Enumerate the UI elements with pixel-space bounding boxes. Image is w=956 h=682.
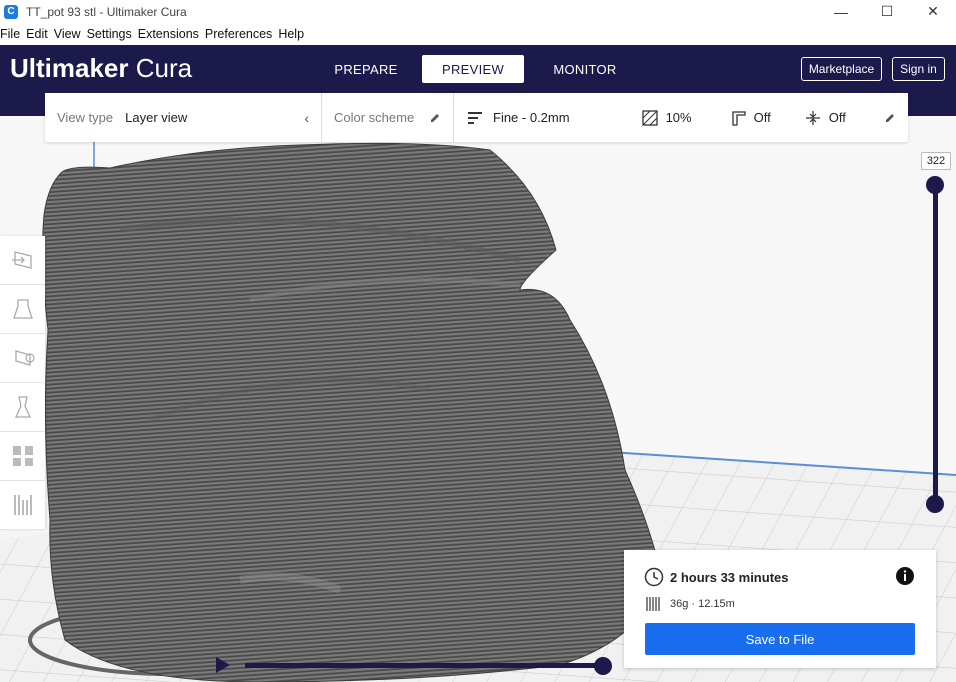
adhesion-icon [805, 110, 820, 125]
play-simulation-button[interactable] [216, 657, 230, 673]
simulation-slider-track[interactable] [245, 663, 603, 668]
pencil-icon [431, 113, 439, 122]
marketplace-button[interactable]: Marketplace [801, 57, 882, 81]
layer-slider-top-handle[interactable] [926, 176, 944, 194]
per-model-settings-tool[interactable] [0, 432, 45, 481]
material-spool-icon [646, 597, 660, 611]
quality-profile-icon [468, 111, 482, 124]
save-to-file-button[interactable]: Save to File [645, 623, 915, 655]
move-tool[interactable] [0, 236, 45, 285]
menu-file[interactable]: File [0, 27, 20, 41]
move-icon [11, 251, 32, 269]
material-usage: 36g · 12.15m [670, 598, 735, 610]
print-time: 2 hours 33 minutes [670, 570, 789, 585]
rotate-icon [14, 350, 35, 366]
window-controls: — ☐ ✕ [818, 0, 956, 23]
tool-column [0, 236, 45, 530]
rotate-tool[interactable] [0, 334, 45, 383]
menu-extensions[interactable]: Extensions [138, 27, 199, 41]
tab-prepare[interactable]: PREPARE [330, 55, 402, 83]
adhesion-value: Off [828, 110, 846, 125]
simulation-slider-handle[interactable] [594, 657, 612, 675]
mirror-icon [14, 396, 31, 418]
scale-tool[interactable] [0, 285, 45, 334]
window-titlebar: C TT_pot 93 stl - Ultimaker Cura — ☐ ✕ [0, 0, 956, 23]
minimize-button[interactable]: — [818, 0, 864, 23]
current-layer-field[interactable]: 322 [921, 152, 951, 170]
support-value: Off [753, 110, 771, 125]
tab-preview[interactable]: PREVIEW [422, 55, 524, 83]
cura-app-icon: C [4, 4, 18, 19]
layer-slider-track[interactable] [933, 185, 938, 505]
close-button[interactable]: ✕ [910, 0, 956, 23]
menu-view[interactable]: View [54, 27, 81, 41]
menu-bar: File Edit View Settings Extensions Prefe… [0, 23, 956, 45]
per-model-settings-icon [12, 446, 33, 466]
view-type-selector[interactable]: View type Layer view ‹ [45, 110, 321, 126]
view-type-value: Layer view [125, 110, 188, 125]
sign-in-button[interactable]: Sign in [892, 57, 945, 81]
ultimaker-cura-logo: Ultimaker Cura [10, 53, 193, 83]
clock-icon [644, 567, 664, 587]
support-blocker-tool[interactable] [0, 481, 45, 530]
print-settings-selector[interactable]: Fine - 0.2mm 10% Off Off [454, 109, 908, 126]
window-title: TT_pot 93 stl - Ultimaker Cura [26, 4, 187, 19]
chevron-left-icon: ‹ [304, 109, 309, 126]
menu-edit[interactable]: Edit [26, 27, 48, 41]
color-scheme-selector[interactable]: Color scheme [322, 110, 453, 125]
infill-value: 10% [665, 110, 692, 125]
color-scheme-label: Color scheme [334, 110, 415, 125]
layer-slider-bottom-handle[interactable] [926, 495, 944, 513]
infill-icon [641, 109, 658, 126]
mirror-tool[interactable] [0, 383, 45, 432]
support-blocker-icon [13, 495, 32, 515]
info-icon[interactable] [895, 566, 915, 586]
view-toolbar: View type Layer view ‹ Color scheme Fine… [45, 93, 908, 142]
scale-icon [12, 299, 33, 319]
print-info-panel: 2 hours 33 minutes 36g · 12.15m Save to … [624, 550, 936, 668]
profile-value: Fine - 0.2mm [493, 110, 570, 125]
menu-preferences[interactable]: Preferences [205, 27, 272, 41]
pencil-icon [886, 113, 894, 122]
support-icon [731, 110, 746, 126]
view-type-label: View type [57, 110, 114, 125]
menu-settings[interactable]: Settings [87, 27, 132, 41]
maximize-button[interactable]: ☐ [864, 0, 910, 23]
menu-help[interactable]: Help [278, 27, 304, 41]
tab-monitor[interactable]: MONITOR [548, 55, 622, 83]
